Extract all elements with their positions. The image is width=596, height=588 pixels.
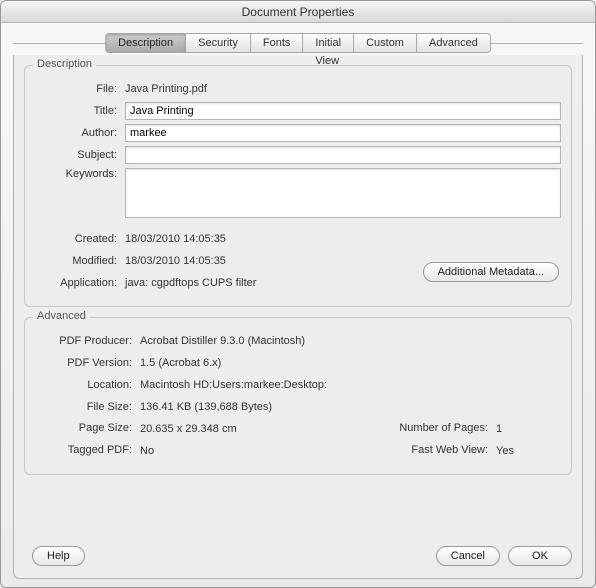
label-number-of-pages: Number of Pages: — [361, 422, 496, 436]
input-author[interactable] — [125, 124, 561, 142]
additional-metadata-button[interactable]: Additional Metadata... — [423, 262, 559, 282]
group-description: Description File: Java Printing.pdf Titl… — [24, 65, 572, 307]
group-advanced: Advanced PDF Producer: Acrobat Distiller… — [24, 317, 572, 475]
label-tagged-pdf: Tagged PDF: — [35, 444, 140, 458]
label-created: Created: — [35, 233, 125, 245]
value-created: 18/03/2010 14:05:35 — [125, 232, 561, 246]
group-advanced-title: Advanced — [33, 310, 90, 322]
input-keywords[interactable] — [125, 168, 561, 218]
tab-initial-view[interactable]: Initial View — [302, 33, 353, 53]
group-description-title: Description — [33, 58, 96, 70]
ok-button[interactable]: OK — [508, 546, 572, 566]
label-file-size: File Size: — [35, 401, 140, 413]
label-title: Title: — [35, 105, 125, 117]
label-modified: Modified: — [35, 255, 125, 267]
dialog-footer: Help Cancel OK — [24, 546, 572, 566]
value-number-of-pages: 1 — [496, 422, 561, 436]
input-subject[interactable] — [125, 146, 561, 164]
label-keywords: Keywords: — [35, 168, 125, 180]
help-button[interactable]: Help — [32, 546, 85, 566]
label-subject: Subject: — [35, 149, 125, 161]
window-titlebar: Document Properties — [1, 1, 595, 23]
cancel-button[interactable]: Cancel — [436, 546, 500, 566]
tab-advanced[interactable]: Advanced — [416, 33, 491, 53]
value-tagged-pdf: No — [140, 444, 361, 458]
window-title: Document Properties — [242, 5, 355, 19]
tab-custom[interactable]: Custom — [353, 33, 416, 53]
tab-description[interactable]: Description — [105, 33, 185, 53]
tabbar: Description Security Fonts Initial View … — [105, 31, 491, 51]
value-page-size: 20.635 x 29.348 cm — [140, 422, 361, 436]
label-pdf-version: PDF Version: — [35, 357, 140, 369]
value-file: Java Printing.pdf — [125, 82, 561, 96]
value-pdf-version: 1.5 (Acrobat 6.x) — [140, 356, 561, 370]
label-fast-web-view: Fast Web View: — [361, 444, 496, 458]
tab-security[interactable]: Security — [185, 33, 250, 53]
tab-fonts[interactable]: Fonts — [250, 33, 303, 53]
value-file-size: 136.41 KB (139,688 Bytes) — [140, 400, 561, 414]
input-title[interactable] — [125, 102, 561, 120]
label-author: Author: — [35, 127, 125, 139]
label-file: File: — [35, 83, 125, 95]
label-page-size: Page Size: — [35, 422, 140, 436]
label-location: Location: — [35, 379, 140, 391]
value-pdf-producer: Acrobat Distiller 9.3.0 (Macintosh) — [140, 334, 561, 348]
label-pdf-producer: PDF Producer: — [35, 335, 140, 347]
panel-body: Description File: Java Printing.pdf Titl… — [13, 55, 583, 579]
label-application: Application: — [35, 277, 125, 289]
value-location: Macintosh HD:Users:markee:Desktop: — [140, 378, 561, 392]
value-fast-web-view: Yes — [496, 444, 561, 458]
